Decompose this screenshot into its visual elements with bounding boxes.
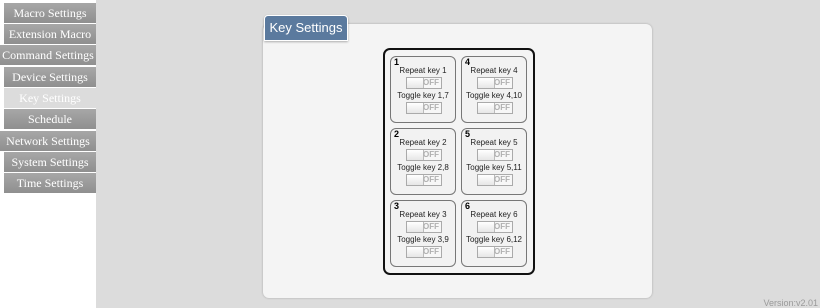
toggle-key-1-7-toggle[interactable]: OFF [406,102,442,114]
toggle-state: OFF [494,222,510,231]
repeat-key-label: Repeat key 1 [399,66,447,75]
repeat-key-label: Repeat key 2 [399,138,447,147]
toggle-state: OFF [494,103,510,112]
toggle-key-label: Toggle key 4,10 [465,91,523,100]
toggle-knob [407,150,424,160]
toggle-knob [478,150,495,160]
toggle-state: OFF [494,247,510,256]
sidebar-item-macro-settings[interactable]: Macro Settings [4,3,96,23]
toggle-knob [478,247,495,257]
repeat-key-label: Repeat key 4 [470,66,518,75]
key-card-3: 3 Repeat key 3 OFF Toggle key 3,9 OFF [390,200,456,267]
sidebar: Macro Settings Extension Macro Command S… [0,0,96,308]
key-grid: 1 Repeat key 1 OFF Toggle key 1,7 OFF 2 … [383,48,535,275]
toggle-knob [407,78,424,88]
toggle-key-6-12-toggle[interactable]: OFF [477,246,513,258]
toggle-key-label: Toggle key 2,8 [397,163,449,172]
toggle-key-5-11-toggle[interactable]: OFF [477,174,513,186]
sidebar-item-extension-macro[interactable]: Extension Macro [4,24,96,44]
key-card-4: 4 Repeat key 4 OFF Toggle key 4,10 OFF [461,56,527,123]
repeat-key-3-toggle[interactable]: OFF [406,221,442,233]
sidebar-item-schedule[interactable]: Schedule [4,109,96,129]
toggle-key-label: Toggle key 1,7 [397,91,449,100]
toggle-state: OFF [494,150,510,159]
repeat-key-6-toggle[interactable]: OFF [477,221,513,233]
key-card-5: 5 Repeat key 5 OFF Toggle key 5,11 OFF [461,128,527,195]
toggle-state: OFF [423,78,439,87]
repeat-key-4-toggle[interactable]: OFF [477,77,513,89]
toggle-key-2-8-toggle[interactable]: OFF [406,174,442,186]
toggle-state: OFF [494,78,510,87]
sidebar-item-network-settings[interactable]: Network Settings [0,131,96,151]
toggle-knob [407,103,424,113]
key-card-2: 2 Repeat key 2 OFF Toggle key 2,8 OFF [390,128,456,195]
toggle-key-label: Toggle key 5,11 [466,163,522,172]
toggle-key-3-9-toggle[interactable]: OFF [406,246,442,258]
repeat-key-2-toggle[interactable]: OFF [406,149,442,161]
toggle-state: OFF [494,175,510,184]
repeat-key-label: Repeat key 3 [399,210,447,219]
toggle-knob [478,222,495,232]
toggle-state: OFF [423,222,439,231]
toggle-knob [407,222,424,232]
toggle-knob [407,175,424,185]
key-card-1: 1 Repeat key 1 OFF Toggle key 1,7 OFF [390,56,456,123]
sidebar-item-command-settings[interactable]: Command Settings [0,45,96,65]
toggle-state: OFF [423,175,439,184]
toggle-state: OFF [423,247,439,256]
sidebar-item-system-settings[interactable]: System Settings [4,152,96,172]
repeat-key-5-toggle[interactable]: OFF [477,149,513,161]
toggle-state: OFF [423,150,439,159]
version-label: Version:v2.01 [763,298,818,308]
toggle-knob [478,175,495,185]
key-card-6: 6 Repeat key 6 OFF Toggle key 6,12 OFF [461,200,527,267]
toggle-knob [478,103,495,113]
repeat-key-label: Repeat key 6 [470,210,518,219]
repeat-key-1-toggle[interactable]: OFF [406,77,442,89]
sidebar-item-device-settings[interactable]: Device Settings [4,67,96,87]
toggle-state: OFF [423,103,439,112]
sidebar-item-key-settings[interactable]: Key Settings [4,88,96,108]
toggle-key-4-10-toggle[interactable]: OFF [477,102,513,114]
repeat-key-label: Repeat key 5 [470,138,518,147]
panel-title: Key Settings [264,15,348,41]
sidebar-item-time-settings[interactable]: Time Settings [4,173,96,193]
toggle-knob [478,78,495,88]
toggle-knob [407,247,424,257]
toggle-key-label: Toggle key 6,12 [465,235,523,244]
toggle-key-label: Toggle key 3,9 [397,235,449,244]
